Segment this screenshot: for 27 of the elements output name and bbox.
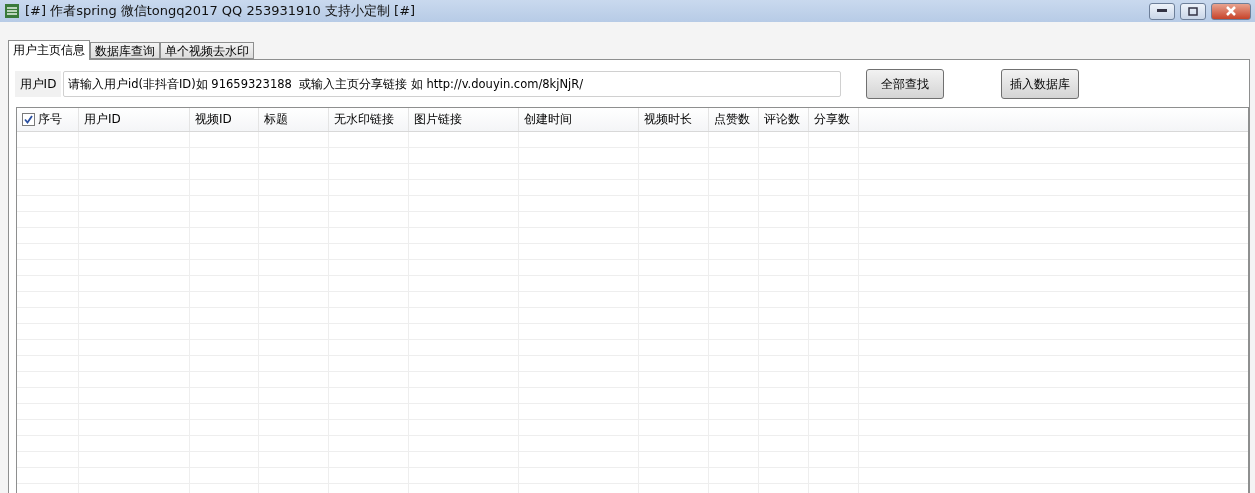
close-icon [1225, 6, 1237, 16]
column-header[interactable]: 分享数 [809, 108, 859, 131]
app-icon [4, 3, 20, 19]
column-header[interactable]: 视频时长 [639, 108, 709, 131]
maximize-icon [1188, 6, 1198, 16]
column-header[interactable]: 无水印链接 [329, 108, 409, 131]
column-header[interactable]: 视频ID [190, 108, 259, 131]
maximize-button[interactable] [1180, 2, 1206, 20]
minimize-icon [1157, 9, 1167, 13]
column-header[interactable]: 用户ID [79, 108, 190, 131]
column-header[interactable]: 标题 [259, 108, 329, 131]
select-all-checkbox[interactable] [22, 113, 35, 126]
column-header[interactable]: 评论数 [759, 108, 809, 131]
find-all-button[interactable]: 全部查找 [866, 69, 944, 99]
tab[interactable]: 数据库查询 [90, 42, 160, 59]
column-header[interactable]: 序号 [17, 108, 79, 131]
column-header[interactable]: 创建时间 [519, 108, 639, 131]
column-header[interactable]: 点赞数 [709, 108, 759, 131]
tab[interactable]: 用户主页信息 [8, 40, 90, 60]
user-id-label: 用户ID [15, 71, 61, 97]
column-header[interactable]: 图片链接 [409, 108, 519, 131]
window-title: [#] 作者spring 微信tongq2017 QQ 253931910 支持小定制 [#] [25, 2, 417, 20]
close-button[interactable] [1211, 2, 1251, 20]
insert-database-button[interactable]: 插入数据库 [1001, 69, 1079, 99]
minimize-button[interactable] [1149, 2, 1175, 20]
tab[interactable]: 单个视频去水印 [160, 42, 254, 59]
user-id-field[interactable]: 请输入用户id(非抖音ID)如 91659323188 或输入主页分享链接 如 http://v.douyin.com/8kjNjR/ [63, 71, 841, 97]
